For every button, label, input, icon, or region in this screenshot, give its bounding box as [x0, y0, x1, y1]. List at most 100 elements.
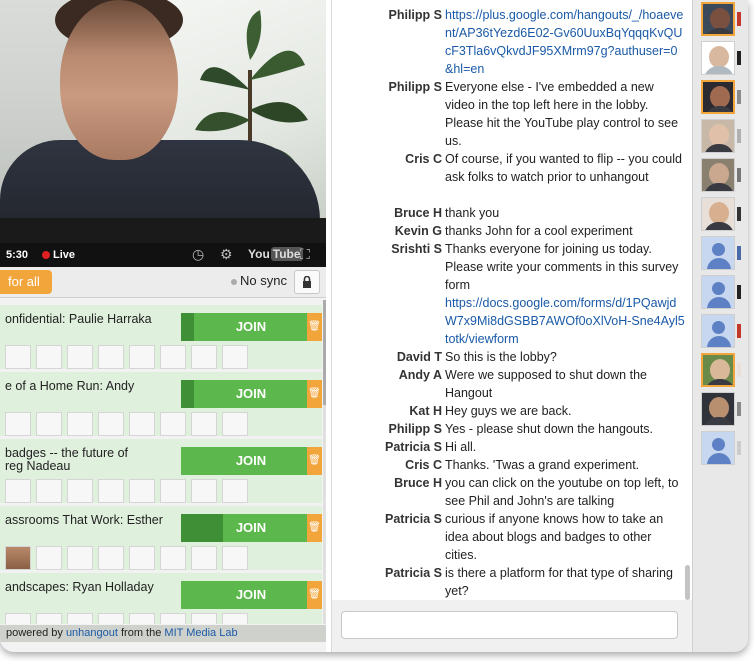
- unhangout-link[interactable]: unhangout: [66, 627, 118, 639]
- chat-scrollbar[interactable]: [684, 0, 692, 600]
- chat-author: David T: [396, 350, 442, 364]
- chat-text: thanks John for a cool experiment: [445, 224, 633, 238]
- trash-icon[interactable]: 🗑: [307, 313, 322, 341]
- empty-slot: [5, 479, 31, 503]
- join-button[interactable]: JOIN: [181, 514, 307, 542]
- chat-text: Of course, if you wanted to flip -- you …: [445, 152, 682, 184]
- footer-prefix: powered by: [6, 627, 63, 639]
- chat-link[interactable]: https://docs.google.com/forms/d/1PQawjdW…: [445, 294, 685, 348]
- avatar-face: [710, 8, 730, 30]
- chat-link[interactable]: https://plus.google.com/hangouts/_/hoaev…: [445, 6, 685, 78]
- participant-avatar[interactable]: [701, 80, 735, 114]
- empty-slot: [222, 613, 248, 624]
- empty-slot: [5, 613, 31, 624]
- avatar-body: [707, 453, 731, 464]
- participant-avatar: [5, 546, 31, 570]
- chat-text: Thanks everyone for joining us today. Pl…: [445, 242, 679, 292]
- empty-slot: [67, 546, 93, 570]
- chat-author: Philipp S: [388, 8, 442, 22]
- avatar-face: [709, 46, 729, 68]
- empty-slot: [160, 613, 186, 624]
- empty-slot: [129, 613, 155, 624]
- person-icon: [712, 438, 725, 451]
- cropped-avatar-edge: [737, 168, 741, 182]
- for-all-button[interactable]: for all: [0, 270, 52, 294]
- session-title: e of a Home Run: Andy: [5, 379, 135, 393]
- chat-author: Philipp S: [388, 80, 442, 94]
- avatar-body: [704, 222, 734, 230]
- empty-slot: [222, 412, 248, 436]
- empty-slot: [67, 479, 93, 503]
- chat-text: So this is the lobby?: [445, 350, 557, 364]
- chat-author: Kevin G: [394, 224, 442, 238]
- participant-avatar[interactable]: [701, 314, 735, 348]
- participant-avatar[interactable]: [701, 392, 735, 426]
- lock-button[interactable]: [294, 270, 320, 294]
- empty-slot: [129, 479, 155, 503]
- empty-slot: [67, 345, 93, 369]
- chat-author: Kat H: [409, 404, 442, 418]
- chat-author: Bruce H: [394, 206, 442, 220]
- gear-icon[interactable]: ⚙: [220, 246, 233, 263]
- mit-media-lab-link[interactable]: MIT Media Lab: [164, 627, 237, 639]
- participant-avatar[interactable]: [701, 197, 735, 231]
- participants-list: [692, 0, 748, 652]
- empty-slot: [36, 613, 62, 624]
- avatar-body: [707, 258, 731, 269]
- person-icon: [712, 243, 725, 256]
- empty-slot: [67, 613, 93, 624]
- cropped-avatar-edge: [737, 90, 741, 104]
- participant-avatar[interactable]: [701, 353, 735, 387]
- session-row: onfidential: Paulie Harraka JOIN 🗑: [0, 305, 322, 369]
- avatar-body: [705, 106, 733, 112]
- participant-avatar[interactable]: [701, 119, 735, 153]
- session-title: onfidential: Paulie Harraka: [5, 312, 152, 326]
- trash-icon[interactable]: 🗑: [307, 380, 322, 408]
- chat-input[interactable]: [341, 611, 678, 639]
- youtube-logo[interactable]: You Tube: [248, 247, 303, 261]
- video-player[interactable]: [0, 0, 326, 243]
- trash-icon[interactable]: 🗑: [307, 514, 322, 542]
- session-row: assrooms That Work: Esther JOIN 🗑: [0, 506, 322, 570]
- empty-slot: [98, 613, 124, 624]
- avatar-face: [709, 163, 729, 185]
- chat-text: you can click on the youtube on top left…: [445, 476, 679, 508]
- chat-text: Everyone else - I've embedded a new vide…: [445, 80, 679, 148]
- empty-slot: [191, 546, 217, 570]
- join-button[interactable]: JOIN: [181, 581, 307, 609]
- join-button[interactable]: JOIN: [181, 380, 307, 408]
- join-label: JOIN: [235, 520, 267, 535]
- lobby-left-panel: 5:30 Live ◷ ⚙ You Tube ⛶ for all No sync …: [0, 0, 326, 652]
- chat-scrollbar-thumb[interactable]: [685, 565, 690, 600]
- avatar-body: [707, 297, 731, 308]
- cropped-avatar-edge: [737, 129, 741, 143]
- empty-slot: [5, 345, 31, 369]
- cropped-avatar-edge: [737, 324, 741, 338]
- empty-slot: [160, 479, 186, 503]
- clock-icon[interactable]: ◷: [192, 246, 204, 263]
- session-row: andscapes: Ryan Holladay JOIN 🗑: [0, 573, 322, 624]
- cropped-avatar-edge: [737, 246, 741, 260]
- empty-slot: [67, 412, 93, 436]
- youtube-logo-you: You: [248, 247, 270, 261]
- participant-avatar[interactable]: [701, 41, 735, 75]
- participant-avatar[interactable]: [701, 236, 735, 270]
- trash-icon[interactable]: 🗑: [307, 447, 322, 475]
- chat-text: curious if anyone knows how to take an i…: [445, 512, 664, 562]
- join-button[interactable]: JOIN: [181, 447, 307, 475]
- participant-avatar[interactable]: [701, 158, 735, 192]
- empty-slot: [129, 546, 155, 570]
- chat-input-area: [332, 600, 692, 652]
- fullscreen-icon[interactable]: ⛶: [300, 246, 310, 263]
- empty-slot: [36, 479, 62, 503]
- lock-icon: [303, 275, 311, 288]
- trash-icon[interactable]: 🗑: [307, 581, 322, 609]
- chat-text: Yes - please shut down the hangouts.: [445, 422, 654, 436]
- cropped-avatar-edge: [737, 285, 741, 299]
- chat-text: is there a platform for that type of sha…: [445, 566, 673, 598]
- app-frame: 5:30 Live ◷ ⚙ You Tube ⛶ for all No sync …: [0, 0, 748, 652]
- participant-avatar[interactable]: [701, 431, 735, 465]
- join-button[interactable]: JOIN: [181, 313, 307, 341]
- participant-avatar[interactable]: [701, 275, 735, 309]
- participant-avatar[interactable]: [701, 2, 735, 36]
